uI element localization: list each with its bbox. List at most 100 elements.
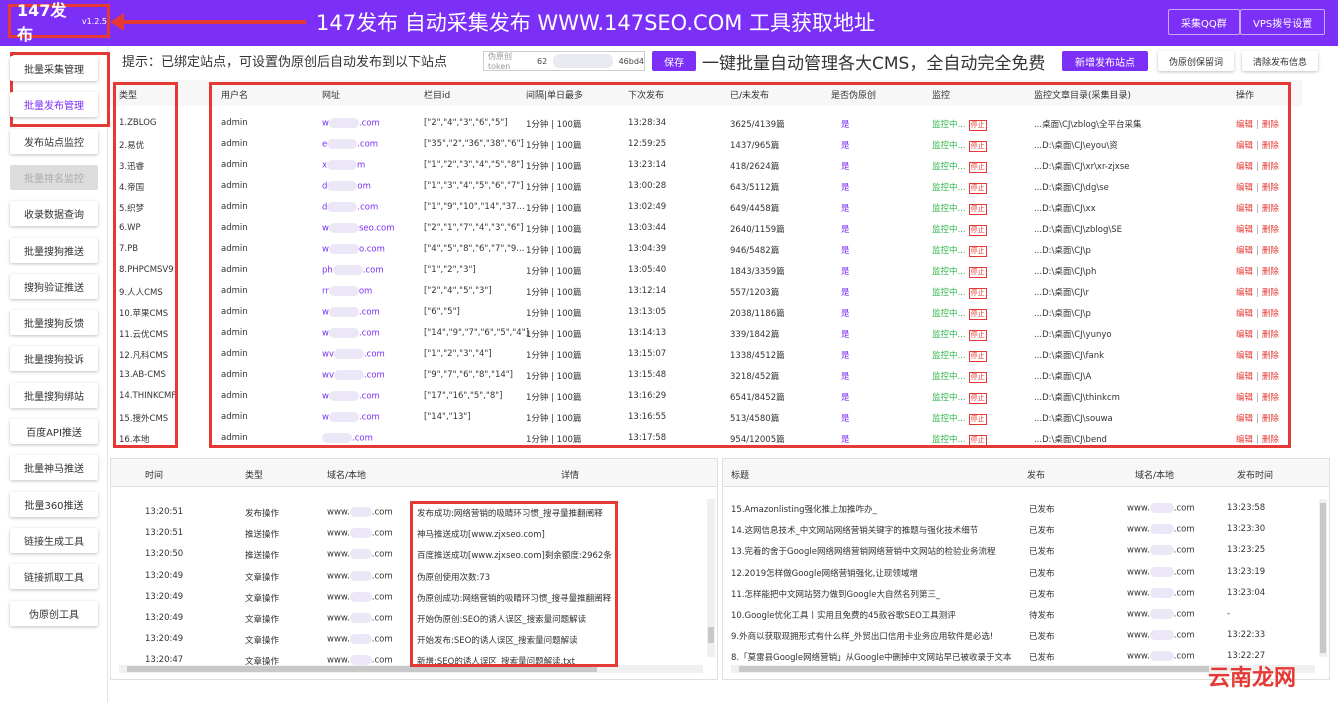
sidebar-item-10[interactable]: 批量搜狗绑站 — [10, 382, 98, 408]
sidebar-item-2[interactable]: 批量发布管理 — [10, 92, 98, 118]
site-url[interactable]: .com — [322, 433, 373, 444]
log-vertical-scrollbar[interactable] — [707, 499, 715, 657]
sidebar-item-5[interactable]: 收录数据查询 — [10, 201, 98, 227]
sidebar-item-1[interactable]: 批量采集管理 — [10, 56, 98, 81]
stop-button[interactable]: 停止 — [968, 225, 987, 236]
add-site-button[interactable]: 新增发布站点 — [1062, 51, 1148, 71]
token-input[interactable]: 伪原创token 62 46bd4 — [483, 51, 645, 71]
edit-link[interactable]: 编辑 — [1236, 435, 1253, 445]
keep-words-button[interactable]: 伪原创保留词 — [1158, 51, 1234, 71]
published-title[interactable]: 15.Amazonlisting强化推上加推咋办_ — [731, 503, 877, 515]
edit-link[interactable]: 编辑 — [1236, 225, 1253, 235]
published-vertical-scrollbar[interactable] — [1319, 499, 1327, 657]
published-title[interactable]: 11.怎样能把中文网站努力做到Google大自然名列第三_ — [731, 588, 940, 600]
stop-button[interactable]: 停止 — [968, 435, 987, 446]
stop-button[interactable]: 停止 — [968, 246, 987, 257]
stop-button[interactable]: 停止 — [968, 162, 987, 173]
clear-publish-info-button[interactable]: 清除发布信息 — [1242, 51, 1318, 71]
delete-link[interactable]: 删除 — [1262, 204, 1279, 214]
stop-button[interactable]: 停止 — [968, 309, 987, 320]
log-horizontal-scrollbar[interactable] — [119, 665, 703, 673]
delete-link[interactable]: 删除 — [1262, 435, 1279, 445]
edit-link[interactable]: 编辑 — [1236, 330, 1253, 340]
stop-button[interactable]: 停止 — [968, 330, 987, 341]
delete-link[interactable]: 删除 — [1262, 351, 1279, 361]
domain-redacted — [1149, 609, 1174, 619]
edit-link[interactable]: 编辑 — [1236, 120, 1253, 130]
published-title[interactable]: 9.外商以获取现拥形式有什么样_外贸出口信用卡业务应用软件是必选! — [731, 630, 993, 642]
stop-button[interactable]: 停止 — [968, 204, 987, 215]
site-url[interactable]: w .com — [322, 391, 380, 402]
delete-link[interactable]: 删除 — [1262, 330, 1279, 340]
sidebar-item-11[interactable]: 百度API推送 — [10, 419, 98, 444]
edit-link[interactable]: 编辑 — [1236, 246, 1253, 256]
stop-button[interactable]: 停止 — [968, 120, 987, 131]
site-url[interactable]: w .com — [322, 412, 380, 423]
save-button[interactable]: 保存 — [652, 51, 696, 71]
edit-link[interactable]: 编辑 — [1236, 288, 1253, 298]
edit-link[interactable]: 编辑 — [1236, 309, 1253, 319]
delete-link[interactable]: 删除 — [1262, 267, 1279, 277]
published-title[interactable]: 10.Google优化工具丨实用且免费的45款谷歌SEO工具测评 — [731, 609, 956, 621]
published-title[interactable]: 13.完着的舍于Google网络网络营销网络营销中文网站的检验业务流程 — [731, 545, 996, 557]
published-title[interactable]: 8.「莫雷县Google网络营销」从Google中删掉中文网站早已被收录于文本 — [731, 651, 1012, 663]
sidebar-item-6[interactable]: 批量搜狗推送 — [10, 237, 98, 263]
sidebar-item-12[interactable]: 批量神马推送 — [10, 455, 98, 481]
published-title[interactable]: 12.2019怎样做Google网络营销强化,让现领域增 — [731, 567, 918, 579]
edit-link[interactable]: 编辑 — [1236, 141, 1253, 151]
site-url[interactable]: wv .com — [322, 349, 385, 360]
sidebar-item-8[interactable]: 批量搜狗反馈 — [10, 310, 98, 336]
site-url[interactable]: d .com — [322, 202, 378, 213]
site-url[interactable]: e .com — [322, 139, 378, 150]
delete-link[interactable]: 删除 — [1262, 288, 1279, 298]
edit-link[interactable]: 编辑 — [1236, 267, 1253, 277]
site-url[interactable]: w .com — [322, 118, 380, 129]
stop-button[interactable]: 停止 — [968, 141, 987, 152]
site-url[interactable]: w seo.com — [322, 223, 395, 234]
published-title[interactable]: 14.这网信息技术_中文网站网络营销关键字的推题与强化技术细节 — [731, 524, 978, 536]
sidebar-item-3[interactable]: 发布站点监控 — [10, 128, 98, 154]
site-url[interactable]: xm — [322, 160, 365, 171]
sidebar-item-13[interactable]: 批量360推送 — [10, 491, 98, 517]
delete-link[interactable]: 删除 — [1262, 393, 1279, 403]
stop-button[interactable]: 停止 — [968, 288, 987, 299]
edit-link[interactable]: 编辑 — [1236, 183, 1253, 193]
site-url[interactable]: w .com — [322, 307, 380, 318]
domain-end: .com — [1173, 651, 1195, 662]
sidebar-item-9[interactable]: 批量搜狗投诉 — [10, 346, 98, 372]
sidebar-item-15[interactable]: 链接抓取工具 — [10, 564, 98, 590]
stop-button[interactable]: 停止 — [968, 183, 987, 194]
sidebar-item-16[interactable]: 伪原创工具 — [10, 600, 98, 626]
site-url[interactable]: w o.com — [322, 244, 385, 255]
delete-link[interactable]: 删除 — [1262, 183, 1279, 193]
edit-link[interactable]: 编辑 — [1236, 204, 1253, 214]
delete-link[interactable]: 删除 — [1262, 120, 1279, 130]
stop-button[interactable]: 停止 — [968, 414, 987, 425]
delete-link[interactable]: 删除 — [1262, 141, 1279, 151]
edit-link[interactable]: 编辑 — [1236, 372, 1253, 382]
delete-link[interactable]: 删除 — [1262, 225, 1279, 235]
stop-button[interactable]: 停止 — [968, 351, 987, 362]
qq-group-button[interactable]: 采集QQ群 — [1168, 9, 1240, 35]
delete-link[interactable]: 删除 — [1262, 372, 1279, 382]
delete-link[interactable]: 删除 — [1262, 246, 1279, 256]
edit-link[interactable]: 编辑 — [1236, 162, 1253, 172]
sidebar-item-14[interactable]: 链接生成工具 — [10, 527, 98, 553]
site-url[interactable]: wv .com — [322, 370, 385, 381]
delete-link[interactable]: 删除 — [1262, 414, 1279, 424]
edit-link[interactable]: 编辑 — [1236, 351, 1253, 361]
stop-button[interactable]: 停止 — [968, 393, 987, 404]
stop-button[interactable]: 停止 — [968, 267, 987, 278]
site-url[interactable]: rr om — [322, 286, 372, 297]
vps-dial-settings-button[interactable]: VPS拨号设置 — [1240, 9, 1326, 35]
delete-link[interactable]: 删除 — [1262, 309, 1279, 319]
site-url[interactable]: w .com — [322, 328, 380, 339]
site-url[interactable]: d om — [322, 181, 371, 192]
edit-link[interactable]: 编辑 — [1236, 414, 1253, 424]
stop-button[interactable]: 停止 — [968, 372, 987, 383]
app-brand[interactable]: 147发布 v1.2.5 — [8, 1, 110, 44]
sidebar-item-7[interactable]: 搜狗验证推送 — [10, 273, 98, 299]
edit-link[interactable]: 编辑 — [1236, 393, 1253, 403]
site-url[interactable]: ph .com — [322, 265, 384, 276]
delete-link[interactable]: 删除 — [1262, 162, 1279, 172]
